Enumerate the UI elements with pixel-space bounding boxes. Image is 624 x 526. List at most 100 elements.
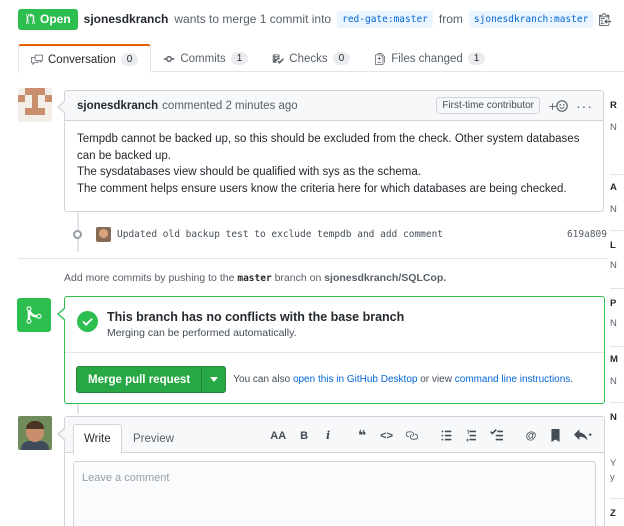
ordered-list-icon[interactable] xyxy=(465,429,478,442)
merge-alternatives: You can also open this in GitHub Desktop… xyxy=(233,374,573,385)
first-time-contributor-badge: First-time contributor xyxy=(436,97,540,114)
tab-write[interactable]: Write xyxy=(73,424,122,454)
merge-button-group: Merge pull request xyxy=(76,366,227,393)
checklist-icon xyxy=(273,54,285,64)
comment-author-link[interactable]: sjonesdkranch xyxy=(77,100,158,112)
merge-status-title: This branch has no conflicts with the ba… xyxy=(107,310,405,324)
pr-action-text: wants to merge 1 commit into xyxy=(174,12,332,26)
code-icon[interactable]: <> xyxy=(380,430,393,442)
git-commit-icon xyxy=(164,55,175,62)
comment-body: Tempdb cannot be backed up, so this shou… xyxy=(65,121,603,207)
smiley-icon: + xyxy=(548,100,568,113)
hint-repo-link[interactable]: sjonesdkranch/SQLCop. xyxy=(324,272,446,284)
sidebar-separator xyxy=(610,498,624,499)
comment-discussion-icon xyxy=(31,54,43,65)
sidebar-value: N xyxy=(610,260,617,271)
kebab-horizontal-icon[interactable]: ··· xyxy=(576,98,593,114)
reply-icon[interactable] xyxy=(574,429,592,442)
comment-paragraph: The comment helps ensure users know the … xyxy=(77,182,567,195)
pr-tabs: Conversation 0 Commits 1 Checks 0 Files … xyxy=(18,44,624,73)
sidebar-value: N xyxy=(610,376,617,387)
sidebar-value: N xyxy=(610,204,617,215)
tab-counter: 0 xyxy=(120,53,139,66)
tab-counter: 1 xyxy=(467,52,486,65)
text-size-icon[interactable]: AA xyxy=(270,430,286,442)
sidebar-separator xyxy=(610,174,624,175)
from-text: from xyxy=(438,12,463,26)
commit-dot-icon xyxy=(73,229,82,239)
add-commits-hint: Add more commits by pushing to the maste… xyxy=(64,272,446,284)
sidebar-separator xyxy=(610,346,624,347)
git-merge-icon xyxy=(17,298,51,332)
check-circle-icon xyxy=(77,311,98,332)
add-reaction-button[interactable]: + xyxy=(548,99,570,113)
sidebar-label[interactable]: N xyxy=(610,412,617,423)
comment-paragraph: The sysdatabases view should be qualifie… xyxy=(77,166,421,178)
sidebar-label[interactable]: P xyxy=(610,298,616,309)
tab-checks[interactable]: Checks 0 xyxy=(260,44,362,73)
state-badge-open: Open xyxy=(18,8,78,30)
sidebar-label[interactable]: L xyxy=(610,240,616,251)
merge-status: This branch has no conflicts with the ba… xyxy=(77,308,404,340)
alt-middle: or view xyxy=(420,374,452,385)
commit-sha-link[interactable]: 619a809 xyxy=(567,229,607,240)
pr-header: Open sjonesdkranch wants to merge 1 comm… xyxy=(18,8,612,30)
command-line-instructions-link[interactable]: command line instructions xyxy=(455,374,571,385)
sidebar-separator xyxy=(610,402,624,403)
tasklist-icon[interactable] xyxy=(490,429,503,442)
editor-header: Write Preview AA B i ❝ <> @ xyxy=(65,417,604,454)
new-comment-editor: Write Preview AA B i ❝ <> @ Leave a comm… xyxy=(57,416,605,526)
tab-commits[interactable]: Commits 1 xyxy=(151,44,260,73)
commit-row: Updated old backup test to exclude tempd… xyxy=(72,225,607,243)
timeline-line xyxy=(77,404,79,414)
current-user-avatar[interactable] xyxy=(18,416,52,450)
copy-clipboard-icon[interactable] xyxy=(599,12,612,26)
comment-header: sjonesdkranch commented 2 minutes ago Fi… xyxy=(65,91,603,121)
quote-icon[interactable]: ❝ xyxy=(356,427,368,444)
bookmark-icon[interactable] xyxy=(549,429,562,442)
sidebar-value: N xyxy=(610,318,617,329)
commit-author-avatar[interactable] xyxy=(96,226,111,242)
comment-card: sjonesdkranch commented 2 minutes ago Fi… xyxy=(57,90,604,212)
pull-request-icon xyxy=(26,13,35,25)
triangle-down-icon xyxy=(209,377,218,382)
tab-label: Conversation xyxy=(48,53,116,66)
markdown-toolbar: AA B i ❝ <> @ xyxy=(258,427,592,444)
head-branch[interactable]: sjonesdkranch:master xyxy=(468,10,594,28)
tab-conversation[interactable]: Conversation 0 xyxy=(18,44,152,73)
hint-middle: branch on xyxy=(274,272,322,284)
base-branch[interactable]: red-gate:master xyxy=(337,10,433,28)
avatar[interactable] xyxy=(18,88,52,122)
merge-separator xyxy=(65,352,604,353)
sidebar-label[interactable]: M xyxy=(610,354,618,365)
tab-preview[interactable]: Preview xyxy=(123,424,184,454)
merge-method-dropdown[interactable] xyxy=(201,367,225,392)
merge-pull-request-button[interactable]: Merge pull request xyxy=(77,367,201,392)
sidebar-separator xyxy=(610,288,624,289)
comment-timestamp[interactable]: commented 2 minutes ago xyxy=(162,100,298,112)
merge-actions: Merge pull request You can also open thi… xyxy=(76,366,573,393)
comment-textarea[interactable]: Leave a comment xyxy=(73,461,596,526)
tab-counter: 1 xyxy=(230,52,249,65)
tab-files-changed[interactable]: Files changed 1 xyxy=(362,44,497,73)
commit-message-link[interactable]: Updated old backup test to exclude tempd… xyxy=(117,229,443,240)
pr-sidebar: R N A N L N P N M N N Y y Z xyxy=(610,88,624,526)
sidebar-label[interactable]: R xyxy=(610,100,617,111)
mention-icon[interactable]: @ xyxy=(525,430,537,442)
sidebar-label[interactable]: Z xyxy=(610,508,616,519)
svg-text:+: + xyxy=(548,100,557,113)
sidebar-value: N xyxy=(610,122,617,133)
sidebar-label[interactable]: A xyxy=(610,182,617,193)
link-icon[interactable] xyxy=(405,429,418,442)
italic-icon[interactable]: i xyxy=(322,429,334,442)
sidebar-value: y xyxy=(610,472,615,483)
tab-counter: 0 xyxy=(332,52,351,65)
comment-paragraph: Tempdb cannot be backed up, so this shou… xyxy=(77,133,580,162)
unordered-list-icon[interactable] xyxy=(440,429,453,442)
tab-label: Checks xyxy=(289,52,328,65)
pr-author-link[interactable]: sjonesdkranch xyxy=(84,12,169,26)
bold-icon[interactable]: B xyxy=(298,430,310,442)
open-in-desktop-link[interactable]: open this in GitHub Desktop xyxy=(293,374,418,385)
state-label: Open xyxy=(40,12,71,26)
merge-status-subtitle: Merging can be performed automatically. xyxy=(107,327,297,339)
